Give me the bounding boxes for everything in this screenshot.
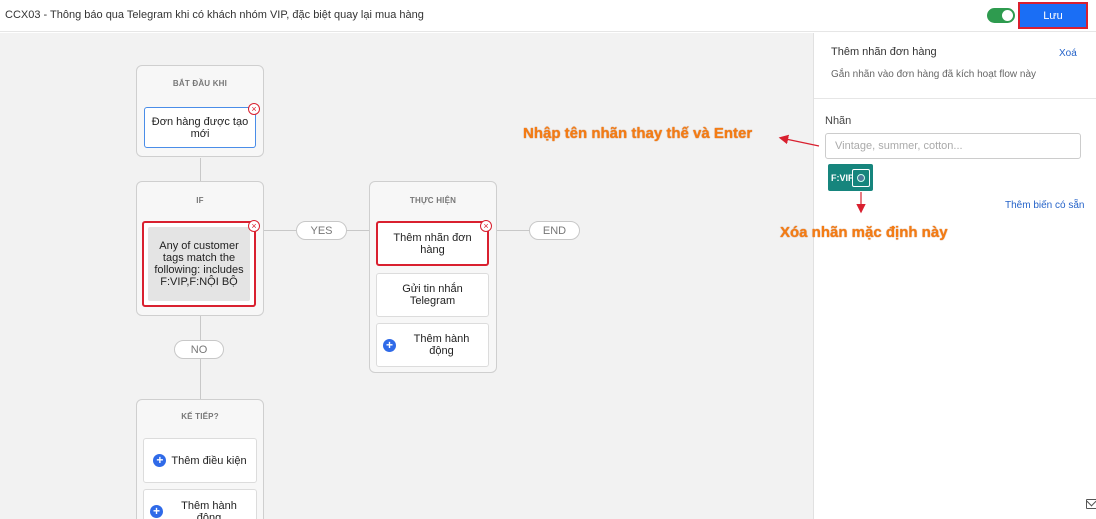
flow-active-toggle[interactable] (987, 8, 1015, 23)
plus-icon: + (383, 338, 396, 352)
label-input[interactable] (825, 133, 1081, 159)
next-heading: KẾ TIẾP? (181, 412, 219, 421)
start-heading: BẮT ĐẦU KHI (172, 79, 228, 88)
no-branch-pill: NO (174, 340, 224, 359)
close-icon (857, 174, 865, 182)
connector (200, 158, 201, 182)
add-action-label: Thêm hành động (413, 333, 470, 357)
flow-canvas[interactable]: BẮT ĐẦU KHI Đơn hàng được tạo mới × IF A… (0, 33, 813, 519)
trigger-node[interactable]: Đơn hàng được tạo mới (144, 107, 256, 148)
add-next-action-label: Thêm hành động (181, 499, 237, 519)
annotation-enter-label: Nhập tên nhãn thay thế và Enter (523, 125, 753, 142)
condition-card: IF Any of customer tags match the follow… (136, 181, 264, 316)
plus-icon: + (150, 505, 163, 518)
panel-description: Gắn nhãn vào đơn hàng đã kích hoạt flow … (831, 69, 1037, 80)
panel-title: Thêm nhãn đơn hàng (831, 46, 937, 58)
add-condition-label: Thêm điều kiện (171, 454, 247, 467)
remove-condition-icon[interactable]: × (248, 220, 260, 232)
remove-tag-button[interactable] (852, 169, 870, 187)
insert-variable-link[interactable]: Thêm biến có sẵn (1005, 200, 1085, 211)
top-bar: CCX03 - Thông báo qua Telegram khi có kh… (0, 0, 1096, 32)
flow-title: CCX03 - Thông báo qua Telegram khi có kh… (5, 9, 424, 21)
start-card: BẮT ĐẦU KHI Đơn hàng được tạo mới × (136, 65, 264, 157)
remove-trigger-icon[interactable]: × (248, 103, 260, 115)
toggle-knob (1002, 10, 1013, 21)
end-pill: END (529, 221, 580, 240)
actions-card: THỰC HIỆN Thêm nhãn đơn hàng × Gửi tin n… (369, 181, 497, 373)
telegram-message-action[interactable]: Gửi tin nhắn Telegram (376, 273, 489, 317)
yes-branch-pill: YES (296, 221, 347, 240)
add-condition-button[interactable]: + Thêm điều kiện (143, 438, 257, 483)
connector (496, 230, 530, 231)
action-settings-panel: Thêm nhãn đơn hàng Xoá Gắn nhãn vào đơn … (813, 33, 1096, 519)
actions-heading: THỰC HIỆN (409, 196, 457, 205)
mail-icon[interactable] (1086, 499, 1096, 509)
add-next-action-button[interactable]: + Thêm hành động (143, 489, 257, 519)
add-order-tag-action[interactable]: Thêm nhãn đơn hàng (376, 221, 489, 266)
add-action-button[interactable]: + Thêm hành động (376, 323, 489, 367)
annotation-remove-label: Xóa nhãn mặc định này (780, 224, 948, 241)
delete-action-link[interactable]: Xoá (1059, 48, 1077, 59)
remove-action-icon[interactable]: × (480, 220, 492, 232)
save-button[interactable]: Lưu (1018, 2, 1088, 29)
tag-text: F:VIP (831, 173, 855, 183)
next-card: KẾ TIẾP? + Thêm điều kiện + Thêm hành độ… (136, 399, 264, 519)
condition-text: Any of customer tags match the following… (148, 227, 250, 301)
label-caption: Nhãn (825, 115, 852, 127)
condition-node[interactable]: Any of customer tags match the following… (142, 221, 256, 307)
condition-heading: IF (196, 196, 204, 205)
panel-header: Thêm nhãn đơn hàng Xoá Gắn nhãn vào đơn … (814, 33, 1096, 99)
tag-chip: F:VIP (828, 164, 873, 191)
plus-icon: + (153, 454, 167, 467)
